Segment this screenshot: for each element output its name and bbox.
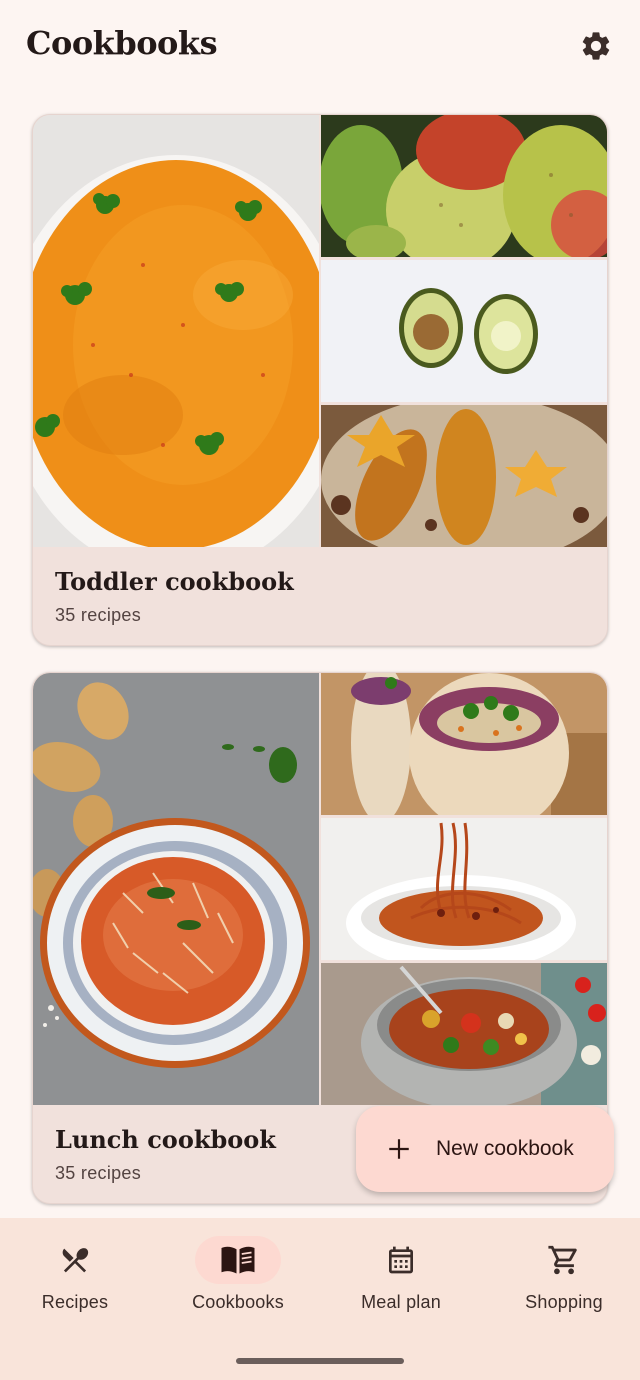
book-icon — [221, 1246, 255, 1274]
top-app-bar: Cookbooks — [0, 0, 640, 92]
new-cookbook-button[interactable]: New cookbook — [356, 1106, 614, 1192]
cookbook-name: Lunch cookbook — [55, 1125, 276, 1154]
nav-item-recipes[interactable]: Recipes — [0, 1236, 155, 1336]
nav-label: Cookbooks — [192, 1292, 284, 1312]
cookbook-thumbnail — [321, 115, 607, 257]
recipe-count: 35 recipes — [55, 605, 142, 625]
utensils-icon — [62, 1248, 89, 1273]
cookbook-name: Toddler cookbook — [55, 567, 294, 596]
gesture-handle[interactable] — [236, 1358, 404, 1364]
cookbook-thumbnail — [321, 818, 607, 960]
cookbook-thumbnail — [321, 260, 607, 402]
nav-label: Shopping — [525, 1292, 603, 1312]
plus-icon — [389, 1139, 409, 1159]
nav-label: Recipes — [41, 1292, 109, 1312]
page-title: Cookbooks — [26, 24, 218, 62]
cookbook-thumbnail — [321, 963, 607, 1105]
cookbook-cover-image — [33, 115, 319, 547]
calendar-icon — [389, 1246, 413, 1274]
new-cookbook-label: New cookbook — [436, 1137, 574, 1160]
cookbook-thumbnail — [321, 673, 607, 815]
bottom-navigation: Recipes Cookbooks Meal plan Shopping — [0, 1218, 640, 1380]
nav-item-meal-plan[interactable]: Meal plan — [321, 1236, 481, 1336]
settings-button[interactable] — [574, 24, 618, 68]
nav-item-shopping[interactable]: Shopping — [484, 1236, 640, 1336]
cookbook-cover-image — [33, 673, 319, 1105]
cookbook-thumbnail — [321, 405, 607, 547]
gear-icon — [582, 32, 610, 60]
nav-label: Meal plan — [361, 1292, 441, 1312]
cookbook-card[interactable]: Toddler cookbook 35 recipes — [32, 114, 608, 646]
nav-item-cookbooks[interactable]: Cookbooks — [158, 1236, 318, 1336]
recipe-count: 35 recipes — [55, 1163, 142, 1183]
cart-icon — [548, 1245, 577, 1275]
